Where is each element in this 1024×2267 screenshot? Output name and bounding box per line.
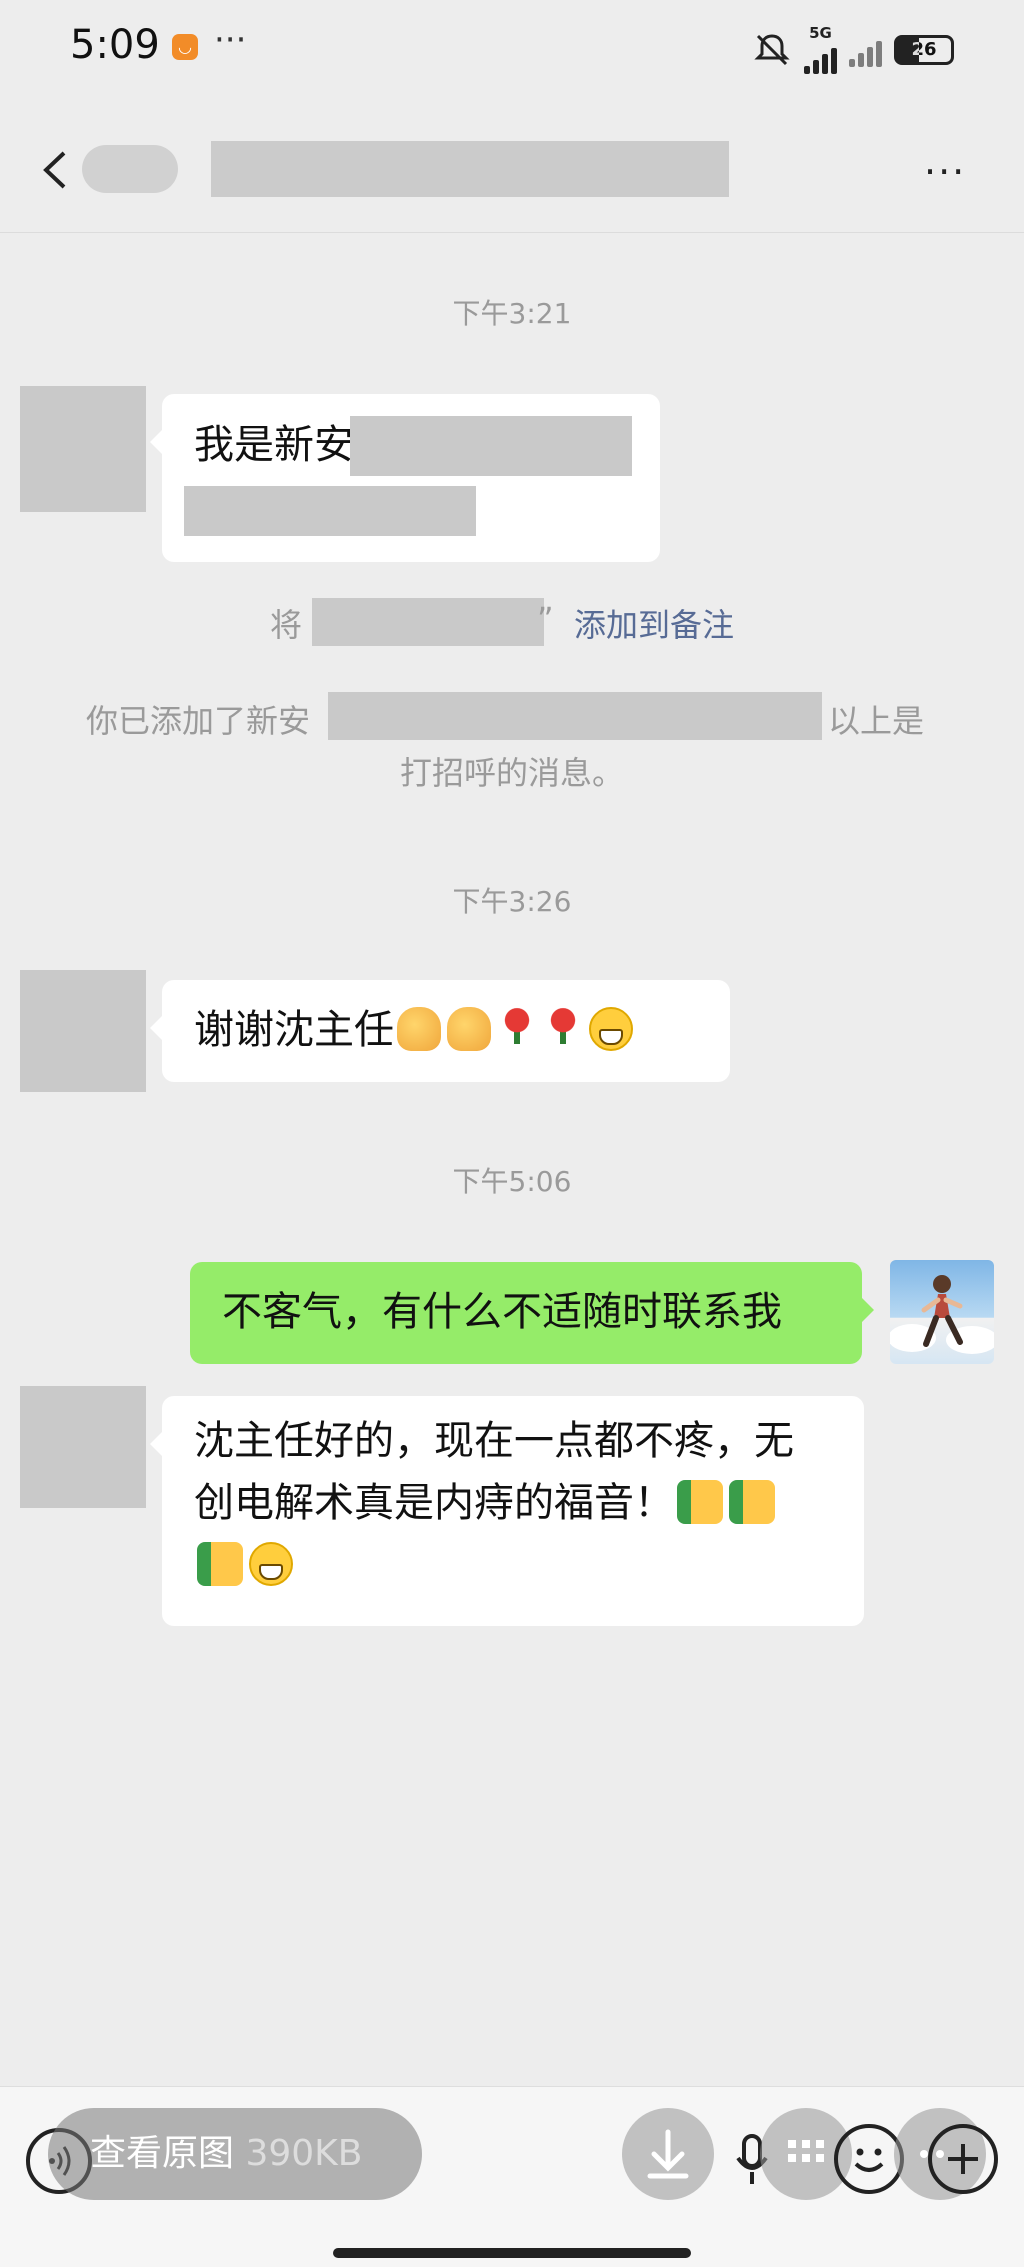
message-text-line2: 创电解术真是内痔的福音！: [194, 1480, 674, 1526]
status-more-icon: ···: [214, 20, 247, 60]
mute-bell-icon: [754, 34, 790, 66]
runner-avatar-image: [890, 1275, 994, 1354]
thumbs-up-emoji-icon: [677, 1480, 723, 1524]
smiley-icon: [854, 2148, 884, 2172]
view-original-label: 查看原图: [90, 2133, 235, 2174]
image-size: 390KB: [245, 2133, 363, 2174]
system-added-line2: 打招呼的消息。: [399, 754, 624, 792]
redacted-contact-name: [211, 141, 729, 197]
redacted-unread-count: [82, 145, 178, 193]
home-indicator[interactable]: [333, 2248, 691, 2258]
redacted-text: [312, 598, 544, 646]
system-note-prefix: 将: [270, 606, 303, 644]
contact-avatar[interactable]: [20, 1386, 146, 1508]
outgoing-message-bubble[interactable]: 不客气，有什么不适随时联系我: [190, 1262, 874, 1364]
my-avatar[interactable]: [890, 1260, 994, 1364]
signal-bars-icon: [849, 33, 882, 67]
grin-emoji-icon: [249, 1542, 293, 1586]
grin-emoji-icon: [589, 1007, 633, 1051]
message-text: 不客气，有什么不适随时联系我: [222, 1289, 782, 1335]
message-bubble[interactable]: 我是新安: [150, 394, 660, 562]
signal-5g-icon: 5G: [804, 26, 837, 74]
chat-menu-button[interactable]: ···: [924, 150, 966, 194]
timestamp: 下午5:06: [452, 1165, 572, 1198]
redacted-text: [328, 692, 822, 740]
redacted-text: [184, 486, 476, 536]
signal-label: 5G: [809, 24, 832, 42]
plus-icon: [948, 2144, 978, 2174]
app-notification-icon: ◡: [172, 34, 198, 60]
message-text: 谢谢沈主任: [194, 1007, 394, 1053]
thumbs-up-emoji-icon: [197, 1542, 243, 1586]
message-text-line1: 沈主任好的，现在一点都不疼，无: [194, 1418, 794, 1464]
view-original-button[interactable]: 查看原图 390KB: [48, 2108, 422, 2200]
download-button[interactable]: [622, 2108, 714, 2200]
contact-avatar[interactable]: [20, 386, 146, 512]
message-bubble[interactable]: 谢谢沈主任: [150, 980, 730, 1082]
download-icon: [647, 2129, 689, 2179]
battery-level: 26: [911, 39, 937, 60]
plus-button[interactable]: [928, 2124, 998, 2194]
timestamp: 下午3:26: [452, 885, 572, 918]
system-note-quote: ”: [537, 600, 554, 638]
rose-emoji-icon: [543, 1007, 583, 1051]
system-added-suffix: 以上是: [828, 702, 925, 740]
add-to-remark-link[interactable]: 添加到备注: [574, 600, 734, 646]
status-time: 5:09: [70, 22, 160, 68]
message-bubble[interactable]: 沈主任好的，现在一点都不疼，无 创电解术真是内痔的福音！: [150, 1396, 864, 1626]
system-added-prefix: 你已添加了新安: [86, 702, 311, 740]
timestamp: 下午3:21: [452, 297, 572, 330]
redacted-text: [350, 416, 632, 476]
message-text: 我是新安: [194, 422, 354, 468]
back-arrow-icon[interactable]: [36, 145, 76, 195]
handshake-emoji-icon: [397, 1007, 441, 1051]
battery-icon: 26: [894, 35, 954, 65]
rose-emoji-icon: [497, 1007, 537, 1051]
status-icons: 5G 26: [752, 26, 954, 74]
thumbs-up-emoji-icon: [729, 1480, 775, 1524]
handshake-emoji-icon: [447, 1007, 491, 1051]
header-divider: [0, 232, 1024, 233]
contact-avatar[interactable]: [20, 970, 146, 1092]
